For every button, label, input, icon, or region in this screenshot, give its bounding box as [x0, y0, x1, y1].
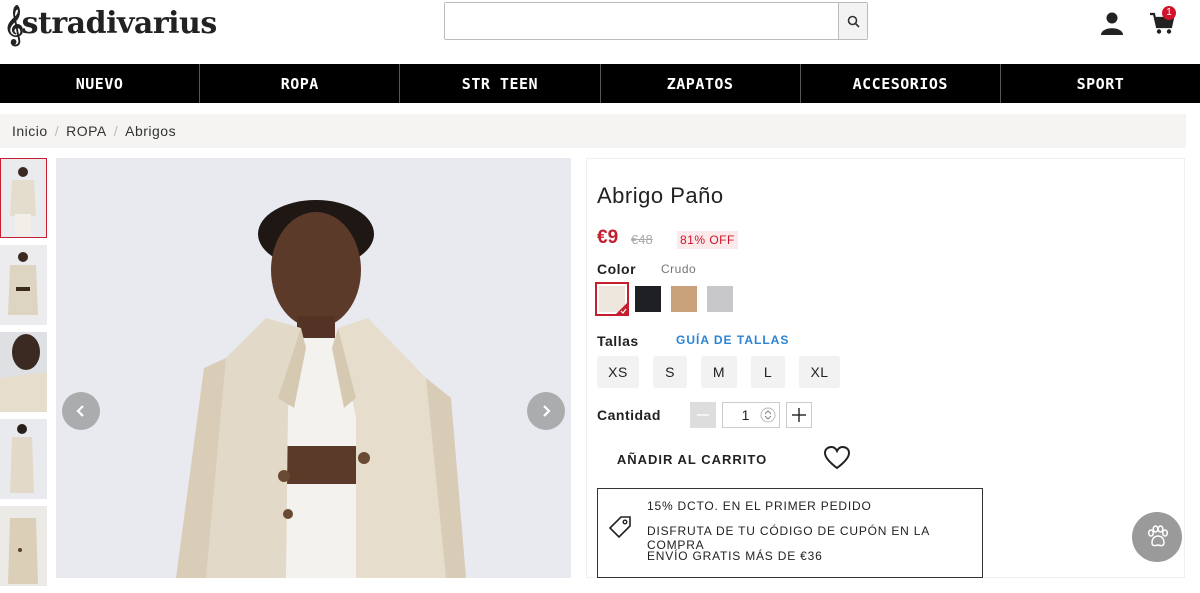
selected-color-name: Crudo [661, 262, 697, 276]
product-title: Abrigo Paño [597, 183, 724, 208]
current-price: €9 [597, 227, 619, 248]
quantity-label: Cantidad [597, 407, 661, 423]
breadcrumb-inicio[interactable]: Inicio [12, 123, 48, 139]
quantity-decrease-button[interactable] [690, 402, 716, 428]
header: 𝄞stradivarius 1 [0, 0, 1200, 62]
chevron-right-icon [543, 405, 551, 417]
color-label: Color [597, 261, 637, 277]
cart-count-badge: 1 [1162, 6, 1176, 20]
size-option-xl[interactable]: XL [799, 356, 840, 388]
nav-item-nuevo[interactable]: NUEVO [0, 64, 201, 103]
size-option-l[interactable]: L [751, 356, 785, 388]
size-option-m[interactable]: M [701, 356, 737, 388]
size-option-s[interactable]: S [653, 356, 687, 388]
color-swatch-negro[interactable] [635, 286, 661, 312]
color-swatch-gris[interactable] [707, 286, 733, 312]
promo-box: 15% DCTO. EN EL PRIMER PEDIDO DISFRUTA D… [597, 488, 983, 578]
breadcrumb-abrigos[interactable]: Abrigos [125, 123, 176, 139]
promo-line-coupon: DISFRUTA DE TU CÓDIGO DE CUPÓN EN LA COM… [647, 524, 930, 552]
sizes-label: Tallas [597, 333, 639, 349]
product-thumbnail[interactable] [0, 245, 47, 325]
prev-image-button[interactable] [62, 392, 100, 430]
tag-icon [608, 516, 631, 539]
next-image-button[interactable] [527, 392, 565, 430]
search-icon [847, 15, 860, 28]
chat-assistant-button[interactable] [1132, 512, 1182, 562]
original-price: €48 [631, 232, 653, 247]
product-thumbnail[interactable] [0, 332, 47, 412]
quantity-stepper[interactable]: 1 [722, 402, 780, 428]
spinner-icon[interactable] [760, 406, 776, 424]
product-thumbnail[interactable] [0, 506, 47, 586]
wishlist-heart-icon[interactable] [823, 444, 851, 472]
breadcrumb-separator: / [54, 123, 60, 139]
product-main-image[interactable] [56, 158, 571, 578]
minus-icon [697, 414, 709, 416]
brand-logo[interactable]: 𝄞stradivarius [4, 2, 217, 45]
main-nav: NUEVO ROPA STR TEEN ZAPATOS ACCESORIOS S… [0, 64, 1200, 103]
promo-line-first-order: 15% DCTO. EN EL PRIMER PEDIDO [647, 499, 872, 513]
promo-line-free-shipping: ENVÍO GRATIS MÁS DE €36 [647, 549, 823, 563]
quantity-increase-button[interactable] [786, 402, 812, 428]
search-button[interactable] [838, 3, 867, 39]
nav-item-zapatos[interactable]: ZAPATOS [601, 64, 801, 103]
selected-check-icon [616, 303, 627, 314]
size-guide-link[interactable]: GUÍA DE TALLAS [676, 333, 789, 347]
product-thumbnail[interactable] [0, 419, 47, 499]
plus-icon [792, 408, 806, 422]
color-swatch-camel[interactable] [671, 286, 697, 312]
nav-item-str-teen[interactable]: STR TEEN [400, 64, 601, 103]
search-bar [444, 2, 868, 40]
breadcrumb-ropa[interactable]: ROPA [66, 123, 107, 139]
size-option-xs[interactable]: XS [597, 356, 639, 388]
paw-icon [1147, 525, 1169, 547]
discount-badge: 81% OFF [677, 231, 738, 249]
chevron-left-icon [76, 405, 84, 417]
add-to-cart-button[interactable]: AÑADIR AL CARRITO [597, 443, 787, 475]
quantity-value: 1 [741, 407, 750, 423]
breadcrumb-separator: / [113, 123, 119, 139]
breadcrumb: Inicio / ROPA / Abrigos [0, 114, 1186, 148]
user-icon[interactable] [1100, 11, 1124, 35]
product-thumbnail[interactable] [0, 158, 47, 238]
nav-item-ropa[interactable]: ROPA [200, 64, 401, 103]
search-input[interactable] [445, 3, 838, 39]
nav-item-sport[interactable]: SPORT [1001, 64, 1200, 103]
nav-item-accesorios[interactable]: ACCESORIOS [801, 64, 1001, 103]
thumbnail-list [0, 158, 47, 593]
